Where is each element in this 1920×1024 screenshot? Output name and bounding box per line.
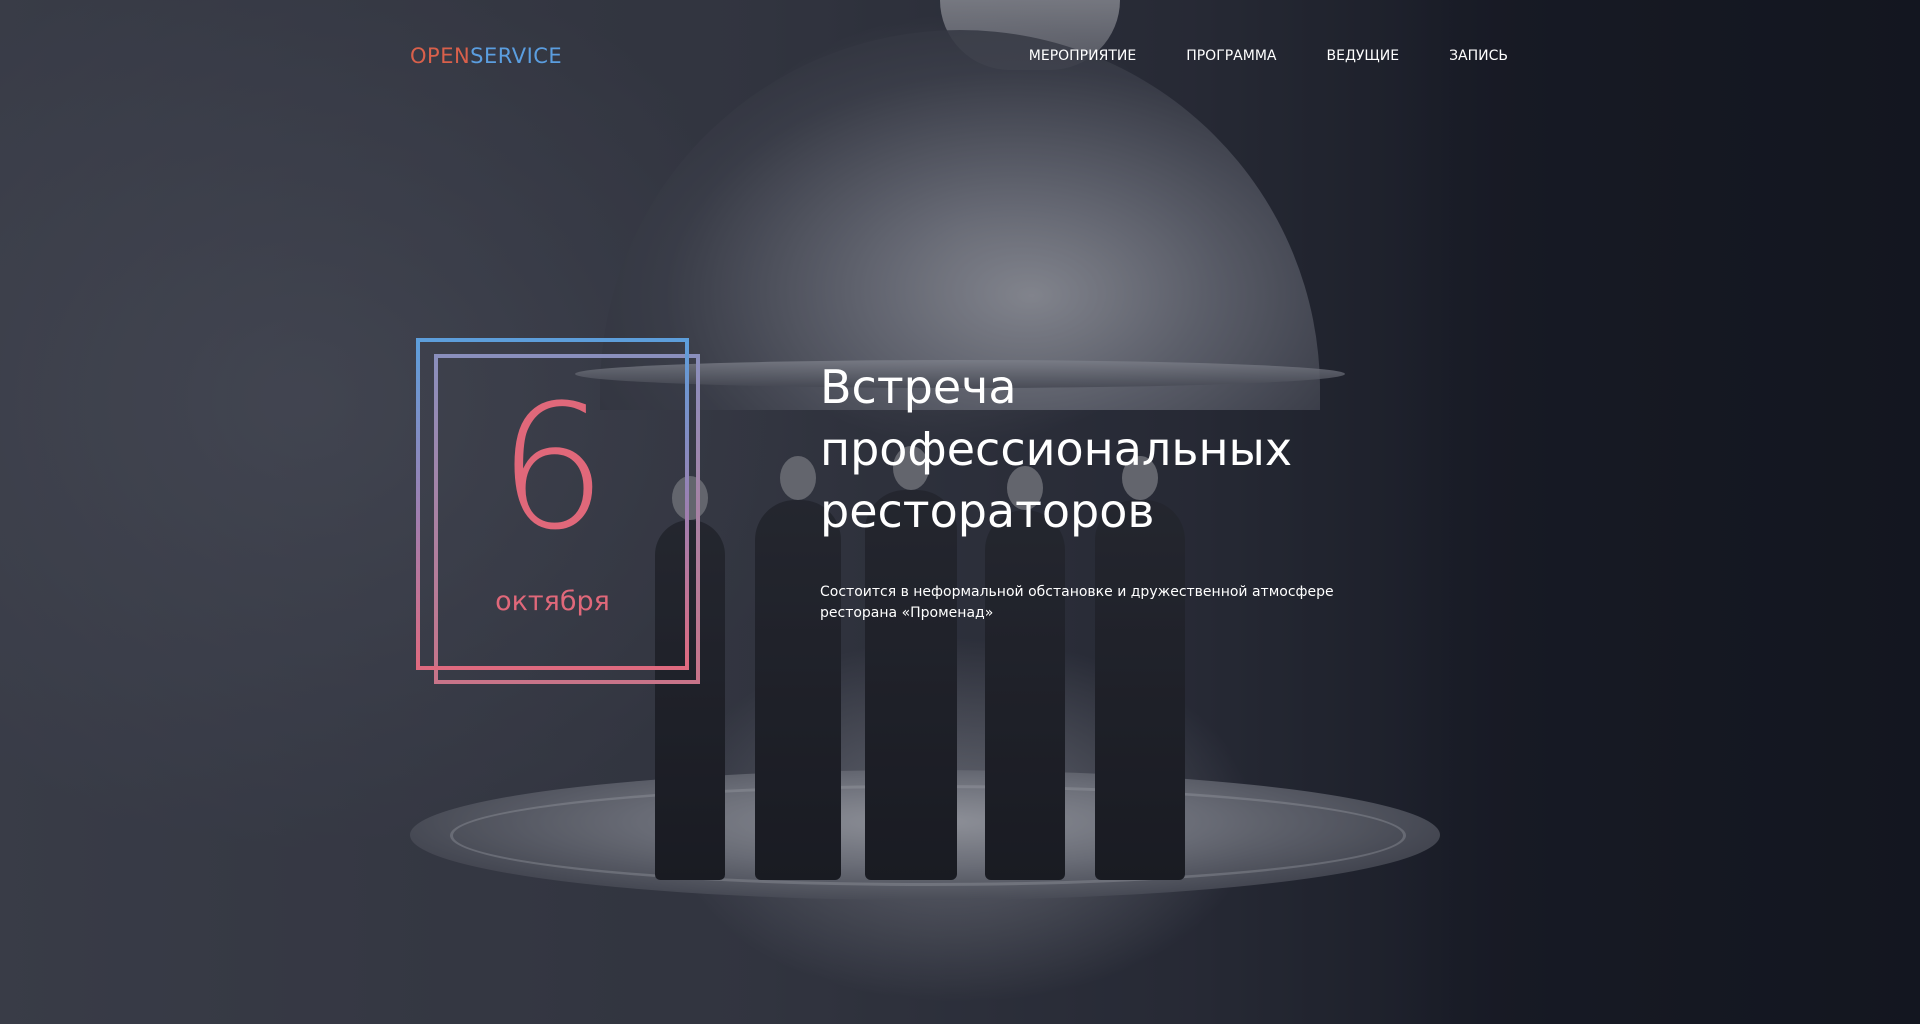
event-title-line: рестораторов [820, 484, 1155, 538]
event-title-line: Встреча [820, 360, 1017, 414]
hero-section: OPENSERVICE МЕРОПРИЯТИЕ ПРОГРАММА ВЕДУЩИ… [0, 0, 1920, 1024]
nav-link-signup[interactable]: ЗАПИСЬ [1449, 48, 1508, 64]
event-month: октября [495, 586, 610, 617]
event-title: Встреча профессиональных рестораторов [820, 356, 1380, 542]
brand-logo[interactable]: OPENSERVICE [410, 44, 562, 68]
logo-part-open: OPEN [410, 44, 471, 68]
event-description: Состоится в неформальной обстановке и др… [820, 582, 1340, 624]
event-title-line: профессиональных [820, 422, 1293, 476]
nav-link-hosts[interactable]: ВЕДУЩИЕ [1327, 48, 1400, 64]
logo-part-service: SERVICE [470, 44, 563, 68]
event-day: 6 [497, 367, 608, 568]
nav-link-program[interactable]: ПРОГРАММА [1186, 48, 1276, 64]
main-nav: МЕРОПРИЯТИЕ ПРОГРАММА ВЕДУЩИЕ ЗАПИСЬ [1029, 48, 1508, 64]
nav-link-event[interactable]: МЕРОПРИЯТИЕ [1029, 48, 1136, 64]
event-description-line: ресторана «Променад» [820, 605, 994, 621]
event-description-line: Состоится в неформальной обстановке и др… [820, 584, 1334, 600]
